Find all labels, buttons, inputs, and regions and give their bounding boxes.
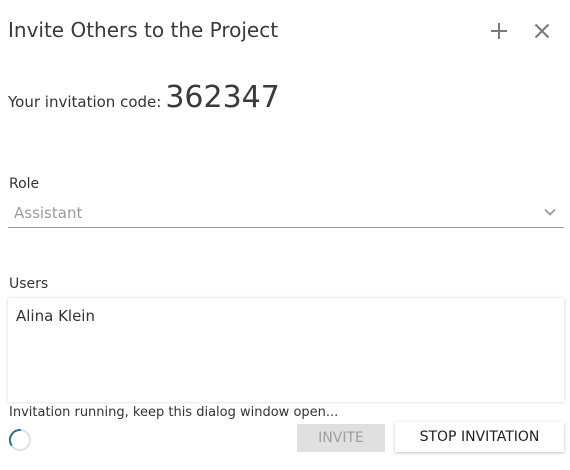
role-select[interactable]: Assistant (8, 199, 564, 228)
list-item[interactable]: Alina Klein (16, 307, 95, 325)
users-list[interactable]: Alina Klein (8, 298, 564, 402)
invitation-code-row: Your invitation code: 362347 (8, 80, 280, 115)
spinner-icon (8, 428, 31, 451)
add-button[interactable] (486, 18, 512, 44)
stop-invitation-button[interactable]: STOP INVITATION (395, 422, 564, 452)
invite-dialog: Invite Others to the Project Your invita… (0, 0, 570, 470)
invitation-code-label: Your invitation code: (8, 93, 162, 111)
role-selected-value: Assistant (14, 204, 83, 222)
invitation-code: 362347 (165, 80, 280, 115)
dialog-title: Invite Others to the Project (8, 18, 279, 42)
plus-icon (491, 23, 507, 39)
role-label: Role (9, 176, 40, 192)
chevron-down-icon (544, 208, 556, 216)
status-text: Invitation running, keep this dialog win… (9, 405, 339, 420)
invite-button[interactable]: INVITE (297, 424, 385, 452)
users-label: Users (9, 276, 49, 292)
close-icon (534, 23, 550, 39)
close-button[interactable] (529, 18, 555, 44)
